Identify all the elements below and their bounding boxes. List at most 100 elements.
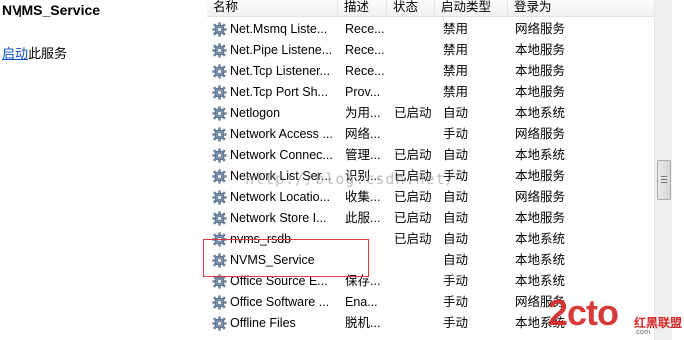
cell-startup-type: 禁用 xyxy=(443,64,469,78)
cell-status xyxy=(394,82,438,103)
cell-description: 脱机... xyxy=(345,316,381,330)
cell-description: Rece... xyxy=(345,22,385,36)
cell-logon-as: 本地服务 xyxy=(515,85,566,99)
vertical-scrollbar[interactable] xyxy=(654,0,672,340)
window-edge xyxy=(672,0,684,340)
thumb-grip-line xyxy=(661,182,667,183)
cell-startup-type: 禁用 xyxy=(443,43,469,57)
cell-description: 网络... xyxy=(345,127,381,141)
highlight-annotation-box xyxy=(203,239,369,277)
cell-description: 收集... xyxy=(345,190,381,204)
cell-status xyxy=(394,313,438,334)
service-row[interactable]: Net.Tcp Port Sh... Prov... 禁用 本地服务 xyxy=(207,82,654,103)
service-name: Network Access ... xyxy=(230,127,333,141)
service-name: Office Software ... xyxy=(230,295,330,309)
gear-icon xyxy=(212,64,227,79)
start-service-link[interactable]: 启动 xyxy=(2,46,28,61)
cell-name: Net.Pipe Listene... xyxy=(212,40,336,61)
cell-startup-type: 手动 xyxy=(443,295,469,309)
text-cursor-icon: I xyxy=(18,4,23,21)
cell-status xyxy=(394,40,438,61)
cell-logon-as: 网络服务 xyxy=(515,190,566,204)
start-service-line: 启动此服务 xyxy=(2,43,67,62)
cell-name: Offline Files xyxy=(212,313,336,334)
cell-status xyxy=(394,250,438,271)
cell-status: 已启动 xyxy=(394,148,432,162)
service-row[interactable]: Netlogon 为用... 已启动 自动 本地系统 xyxy=(207,103,654,124)
column-header-status[interactable]: 状态 xyxy=(387,0,435,16)
cell-status: 已启动 xyxy=(394,106,432,120)
cell-description: Rece... xyxy=(345,64,385,78)
gear-icon xyxy=(212,43,227,58)
column-header-description[interactable]: 描述 xyxy=(338,0,387,16)
gear-icon xyxy=(212,106,227,121)
service-row[interactable]: Network Access ... 网络... 手动 网络服务 xyxy=(207,124,654,145)
cell-description: Ena... xyxy=(345,295,378,309)
service-name: Net.Pipe Listene... xyxy=(230,43,333,57)
cell-logon-as: 本地系统 xyxy=(515,148,566,162)
column-header-logon-as[interactable]: 登录为 xyxy=(508,0,654,16)
cell-description: Prov... xyxy=(345,85,381,99)
cell-status: 已启动 xyxy=(394,190,432,204)
service-row[interactable]: Network Connec... 管理... 已启动 自动 本地系统 xyxy=(207,145,654,166)
cell-startup-type: 自动 xyxy=(443,190,469,204)
cell-startup-type: 自动 xyxy=(443,211,469,225)
service-detail-pane: NVMS_Service I 启动此服务 xyxy=(0,0,206,340)
service-name: Offline Files xyxy=(230,316,296,330)
gear-icon xyxy=(212,85,227,100)
cell-name: Net.Tcp Port Sh... xyxy=(212,82,336,103)
cell-description: 管理... xyxy=(345,148,381,162)
gear-icon xyxy=(212,211,227,226)
cell-name: Network Connec... xyxy=(212,145,336,166)
service-row[interactable]: Net.Msmq Liste... Rece... 禁用 网络服务 xyxy=(207,19,654,40)
cell-status: 已启动 xyxy=(394,211,432,225)
logo-main-text: 2cto xyxy=(548,292,619,333)
gear-icon xyxy=(212,169,227,184)
service-row[interactable]: Net.Pipe Listene... Rece... 禁用 本地服务 xyxy=(207,40,654,61)
service-row[interactable]: Network Store I... 此服... 已启动 自动 本地服务 xyxy=(207,208,654,229)
cell-description: 为用... xyxy=(345,106,381,120)
column-header-name[interactable]: 名称 xyxy=(207,0,338,16)
cell-name: Net.Tcp Listener... xyxy=(212,61,336,82)
cell-status: 已启动 xyxy=(394,232,432,246)
service-name: Netlogon xyxy=(230,106,281,120)
cell-startup-type: 手动 xyxy=(443,316,469,330)
cell-logon-as: 本地服务 xyxy=(515,169,566,183)
cell-description: Rece... xyxy=(345,43,385,57)
cell-status xyxy=(394,19,438,40)
gear-icon xyxy=(212,148,227,163)
cell-name: Network Locatio... xyxy=(212,187,336,208)
cell-description: 此服... xyxy=(345,211,381,225)
gear-icon xyxy=(212,127,227,142)
gear-icon xyxy=(212,190,227,205)
cell-logon-as: 网络服务 xyxy=(515,22,566,36)
thumb-grip-line xyxy=(661,179,667,180)
gear-icon xyxy=(212,316,227,331)
service-name: Network Connec... xyxy=(230,148,333,162)
service-row[interactable]: Net.Tcp Listener... Rece... 禁用 本地服务 xyxy=(207,61,654,82)
cell-startup-type: 手动 xyxy=(443,127,469,141)
service-row[interactable]: Network Locatio... 收集... 已启动 自动 网络服务 xyxy=(207,187,654,208)
cell-logon-as: 网络服务 xyxy=(515,127,566,141)
cell-name: Net.Msmq Liste... xyxy=(212,19,336,40)
column-header-bar: 名称 描述 状态 启动类型 登录为 xyxy=(207,0,654,17)
cell-logon-as: 本地系统 xyxy=(515,274,566,288)
cell-status xyxy=(394,124,438,145)
gear-icon xyxy=(212,295,227,310)
cell-startup-type: 自动 xyxy=(443,232,469,246)
scrollbar-thumb[interactable] xyxy=(657,160,671,200)
cell-logon-as: 本地服务 xyxy=(515,211,566,225)
cell-name: Netlogon xyxy=(212,103,336,124)
cell-logon-as: 本地服务 xyxy=(515,43,566,57)
gear-icon xyxy=(212,22,227,37)
service-name: Net.Tcp Port Sh... xyxy=(230,85,328,99)
cell-logon-as: 本地系统 xyxy=(515,232,566,246)
column-header-startup-type[interactable]: 启动类型 xyxy=(435,0,508,16)
cell-name: Office Software ... xyxy=(212,292,336,313)
cell-logon-as: 本地系统 xyxy=(515,253,566,267)
cell-startup-type: 自动 xyxy=(443,106,469,120)
service-name: Network Locatio... xyxy=(230,190,331,204)
cell-logon-as: 本地服务 xyxy=(515,64,566,78)
cell-startup-type: 禁用 xyxy=(443,22,469,36)
cell-startup-type: 禁用 xyxy=(443,85,469,99)
